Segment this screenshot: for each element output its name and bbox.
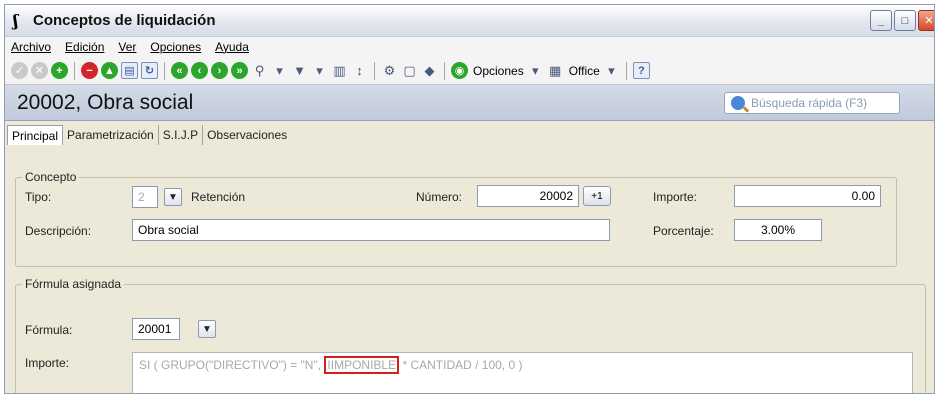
options-icon[interactable]: ◉ bbox=[451, 62, 468, 79]
tipo-dropdown[interactable]: ▼ bbox=[164, 188, 182, 206]
sort-icon[interactable]: ↕ bbox=[351, 62, 368, 79]
formula-dropdown[interactable]: ▼ bbox=[198, 320, 216, 338]
menu-bar: Archivo Edición Ver Opciones Ayuda bbox=[5, 37, 934, 57]
print-icon[interactable]: ◆ bbox=[421, 62, 438, 79]
numero-label: Número: bbox=[416, 190, 463, 204]
toolbar-separator bbox=[625, 61, 627, 80]
previous-record-icon[interactable]: ‹ bbox=[191, 62, 208, 79]
toolbar: ✓ ✕ + − ▲ ▤ ↻ « ‹ › » ⚲ ▾ ▼ ▾ ▥ ↕ ⚙ ▢ ◆ … bbox=[5, 57, 934, 85]
chevron-down-icon: ▼ bbox=[168, 191, 178, 203]
porcentaje-value: 3.00% bbox=[760, 223, 796, 237]
title-bar: ʃ Conceptos de liquidación _ □ ✕ bbox=[5, 5, 934, 37]
importe-field[interactable]: 0.00 bbox=[734, 185, 881, 207]
toolbar-separator bbox=[74, 61, 75, 80]
dropdown-arrow-icon[interactable]: ▾ bbox=[271, 62, 288, 79]
app-window: ʃ Conceptos de liquidación _ □ ✕ Archivo… bbox=[4, 4, 935, 394]
auto-number-button[interactable]: +1 bbox=[583, 186, 611, 206]
menu-archivo[interactable]: Archivo bbox=[11, 40, 51, 54]
toolbar-separator bbox=[444, 61, 445, 80]
tab-content: Concepto Tipo: 2 ▼ Retención Número: 200… bbox=[5, 170, 934, 393]
columns-icon[interactable]: ▥ bbox=[331, 62, 348, 79]
preview-icon[interactable]: ▢ bbox=[401, 62, 418, 79]
minimize-button[interactable]: _ bbox=[870, 10, 892, 31]
descripcion-label: Descripción: bbox=[25, 224, 92, 238]
importe-value: 0.00 bbox=[851, 189, 875, 203]
formula-importe-label: Importe: bbox=[25, 356, 70, 370]
add-icon[interactable]: + bbox=[51, 62, 68, 79]
refresh-icon[interactable]: ↻ bbox=[141, 62, 158, 79]
tab-parametrizacion[interactable]: Parametrización bbox=[63, 125, 159, 145]
chevron-down-icon: ▼ bbox=[202, 323, 212, 335]
porcentaje-label: Porcentaje: bbox=[653, 224, 714, 238]
menu-opciones[interactable]: Opciones bbox=[150, 40, 201, 54]
tab-strip: Principal Parametrización S.I.J.P Observ… bbox=[5, 121, 934, 145]
expression-suffix: * CANTIDAD / 100, 0 ) bbox=[402, 358, 523, 372]
record-title: 20002, Obra social bbox=[17, 90, 194, 114]
tipo-label: Tipo: bbox=[25, 190, 52, 204]
highlighted-token: IIMPONIBLE bbox=[324, 356, 400, 374]
tipo-text: Retención bbox=[191, 190, 246, 204]
maximize-button[interactable]: □ bbox=[894, 10, 916, 31]
search-icon bbox=[731, 95, 745, 110]
tab-observaciones[interactable]: Observaciones bbox=[203, 125, 291, 145]
office-icon[interactable]: ▦ bbox=[547, 62, 564, 79]
descripcion-field[interactable]: Obra social bbox=[132, 219, 610, 241]
numero-field[interactable]: 20002 bbox=[477, 185, 579, 207]
menu-ver[interactable]: Ver bbox=[118, 40, 136, 54]
tipo-field[interactable]: 2 bbox=[132, 186, 158, 208]
expression-prefix: SI ( GRUPO("DIRECTIVO") = "N", bbox=[139, 358, 322, 372]
increment-icon: +1 bbox=[591, 190, 603, 202]
close-button[interactable]: ✕ bbox=[918, 10, 934, 31]
up-icon[interactable]: ▲ bbox=[101, 62, 118, 79]
formula-value: 20001 bbox=[138, 322, 172, 336]
formula-legend: Fórmula asignada bbox=[25, 277, 122, 291]
menu-ayuda[interactable]: Ayuda bbox=[215, 40, 249, 54]
window-controls: _ □ ✕ bbox=[870, 10, 934, 31]
formula-field[interactable]: 20001 bbox=[132, 318, 180, 340]
next-record-icon[interactable]: › bbox=[211, 62, 228, 79]
binoculars-icon[interactable]: ⚲ bbox=[251, 62, 268, 79]
dropdown-arrow-icon[interactable]: ▾ bbox=[527, 62, 544, 79]
office-menu-button[interactable]: Office bbox=[569, 64, 600, 78]
spring-icon: ʃ bbox=[13, 11, 19, 30]
help-icon[interactable]: ? bbox=[632, 62, 650, 79]
tipo-value: 2 bbox=[138, 190, 145, 204]
delete-icon[interactable]: − bbox=[81, 62, 98, 79]
formula-expression[interactable]: SI ( GRUPO("DIRECTIVO") = "N", IIMPONIBL… bbox=[132, 352, 913, 393]
settings-icon[interactable]: ⚙ bbox=[381, 62, 398, 79]
last-record-icon[interactable]: » bbox=[231, 62, 248, 79]
accept-icon[interactable]: ✓ bbox=[11, 62, 28, 79]
toolbar-separator bbox=[164, 61, 165, 80]
porcentaje-field[interactable]: 3.00% bbox=[734, 219, 822, 241]
dropdown-arrow-icon[interactable]: ▾ bbox=[603, 62, 620, 79]
toolbar-separator bbox=[374, 61, 375, 80]
concepto-legend: Concepto bbox=[25, 170, 77, 184]
opciones-menu-button[interactable]: Opciones bbox=[473, 64, 524, 78]
first-record-icon[interactable]: « bbox=[171, 62, 188, 79]
search-placeholder: Búsqueda rápida (F3) bbox=[751, 95, 868, 110]
record-header: 20002, Obra social Búsqueda rápida (F3) bbox=[5, 85, 934, 121]
quick-search-input[interactable]: Búsqueda rápida (F3) bbox=[724, 91, 900, 114]
window-title: Conceptos de liquidación bbox=[33, 12, 216, 29]
tab-sijp[interactable]: S.I.J.P bbox=[159, 125, 204, 145]
filter-icon[interactable]: ▼ bbox=[291, 62, 308, 79]
descripcion-value: Obra social bbox=[138, 223, 199, 237]
dropdown-arrow-icon[interactable]: ▾ bbox=[311, 62, 328, 79]
menu-edicion[interactable]: Edición bbox=[65, 40, 104, 54]
numero-value: 20002 bbox=[539, 189, 573, 203]
tab-principal[interactable]: Principal bbox=[7, 125, 64, 145]
form-icon[interactable]: ▤ bbox=[121, 62, 138, 79]
importe-label: Importe: bbox=[653, 190, 698, 204]
formula-label: Fórmula: bbox=[25, 323, 73, 337]
cancel-icon[interactable]: ✕ bbox=[31, 62, 48, 79]
